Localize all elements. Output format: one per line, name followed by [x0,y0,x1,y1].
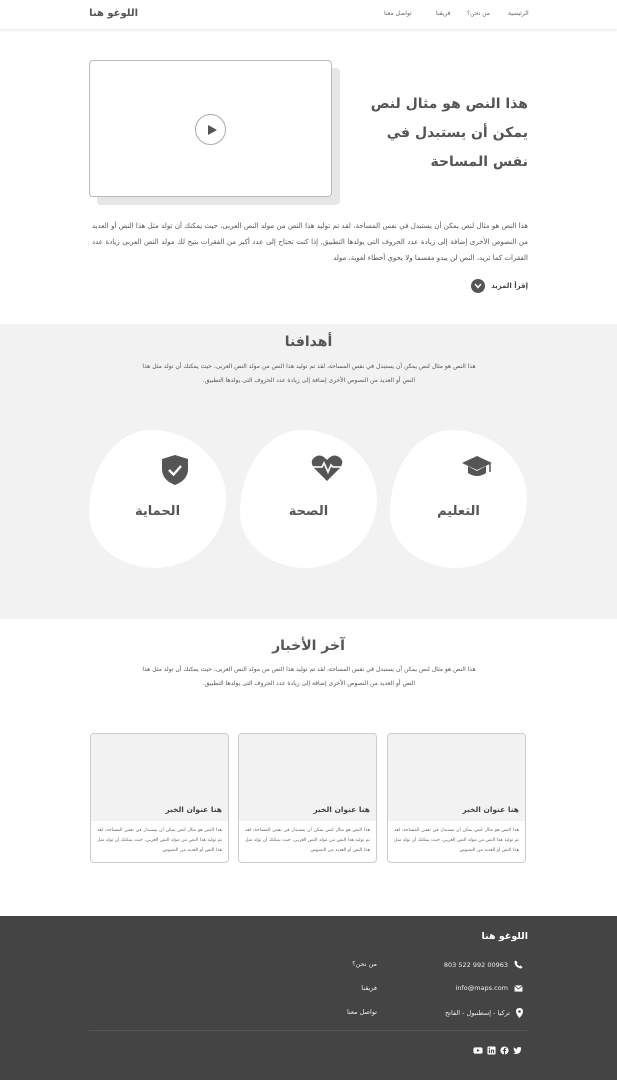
news-card-title[interactable]: هنا عنوان الخبر [313,805,370,814]
news-card-title[interactable]: هنا عنوان الخبر [462,805,519,814]
news-card-title[interactable]: هنا عنوان الخبر [165,805,222,814]
social-links [473,1040,522,1055]
footer-link-team[interactable]: فريقنا [361,984,377,992]
footer-logo: اللوغو هنا [481,931,528,942]
nav-link-contact[interactable]: تواصل معنا [384,10,412,17]
footer-email[interactable]: info@maps.com [456,984,523,992]
goals-description: هذا النص هو مثال لنص يمكن أن يستبدل في ن… [142,363,476,384]
goal-label-health: الصحة [288,504,329,519]
footer-phone-text: 00963 992 522 803 [443,960,508,969]
news-description: هذا النص هو مثال لنص يمكن أن يستبدل في ن… [142,666,476,687]
linkedin-icon[interactable] [487,1040,496,1055]
news-card[interactable]: هنا عنوان الخبر هذا النص هو مثال لنص يمك… [238,733,377,863]
footer-divider [89,1030,527,1031]
heartbeat-icon [311,454,343,486]
twitter-icon[interactable] [513,1040,522,1055]
footer-link-contact[interactable]: تواصل معنا [347,1008,377,1016]
footer-link-about[interactable]: من نحن؟ [352,960,377,968]
footer-phone[interactable]: 00963 992 522 803 [444,960,523,969]
nav-link-team[interactable]: فريقنا [436,10,451,17]
news-card-text: هذا النص هو مثال لنص يمكن أن يستبدل في ن… [394,828,519,853]
chevron-down-icon [471,279,486,293]
news-card-text: هذا النص هو مثال لنص يمكن أن يستبدل في ن… [97,828,222,853]
news-card[interactable]: هنا عنوان الخبر هذا النص هو مثال لنص يمك… [90,733,229,863]
goal-card-protection: الحماية [89,430,226,568]
news-card-text: هذا النص هو مثال لنص يمكن أن يستبدل في ن… [245,828,370,853]
map-pin-icon [516,1008,523,1018]
footer-address: تركيا - إسطنبول - الفاتح [445,1008,523,1018]
footer-address-text: تركيا - إسطنبول - الفاتح [444,1009,510,1017]
read-more-label: إقرأ المزيد [491,282,528,290]
goal-card-education: التعليم [390,430,527,568]
goal-card-health: الصحة [240,430,377,568]
news-title: آخر الأخبار [272,638,345,654]
play-button[interactable] [195,114,226,145]
shield-check-icon [161,454,189,490]
news-card[interactable]: هنا عنوان الخبر هذا النص هو مثال لنص يمك… [387,733,526,863]
envelope-icon [514,984,523,992]
play-icon [208,125,217,135]
graduation-cap-icon [461,454,493,484]
phone-icon [514,960,523,969]
site-logo[interactable]: اللوغو هنا [89,8,138,19]
goals-title: أهدافنا [284,334,333,350]
facebook-icon[interactable] [500,1040,509,1055]
video-player[interactable] [89,60,332,197]
footer: اللوغو هنا 00963 992 522 803 info@maps.c… [0,916,617,1080]
top-navbar: اللوغو هنا الرئيسية من نحن؟ فريقنا تواصل… [0,0,617,29]
nav-link-home[interactable]: الرئيسية [508,10,529,17]
read-more-link[interactable]: إقرأ المزيد [471,279,528,293]
goal-label-education: التعليم [437,504,480,519]
nav-link-about[interactable]: من نحن؟ [467,10,490,17]
hero-paragraph: هذا النص هو مثال لنص يمكن أن يستبدل في ن… [92,222,528,262]
footer-email-text: info@maps.com [455,984,508,992]
hero-title: هذا النص هو مثال لنص يمكن أن يستبدل في ن… [370,96,528,170]
youtube-icon[interactable] [473,1040,483,1054]
goal-label-protection: الحماية [134,504,181,519]
